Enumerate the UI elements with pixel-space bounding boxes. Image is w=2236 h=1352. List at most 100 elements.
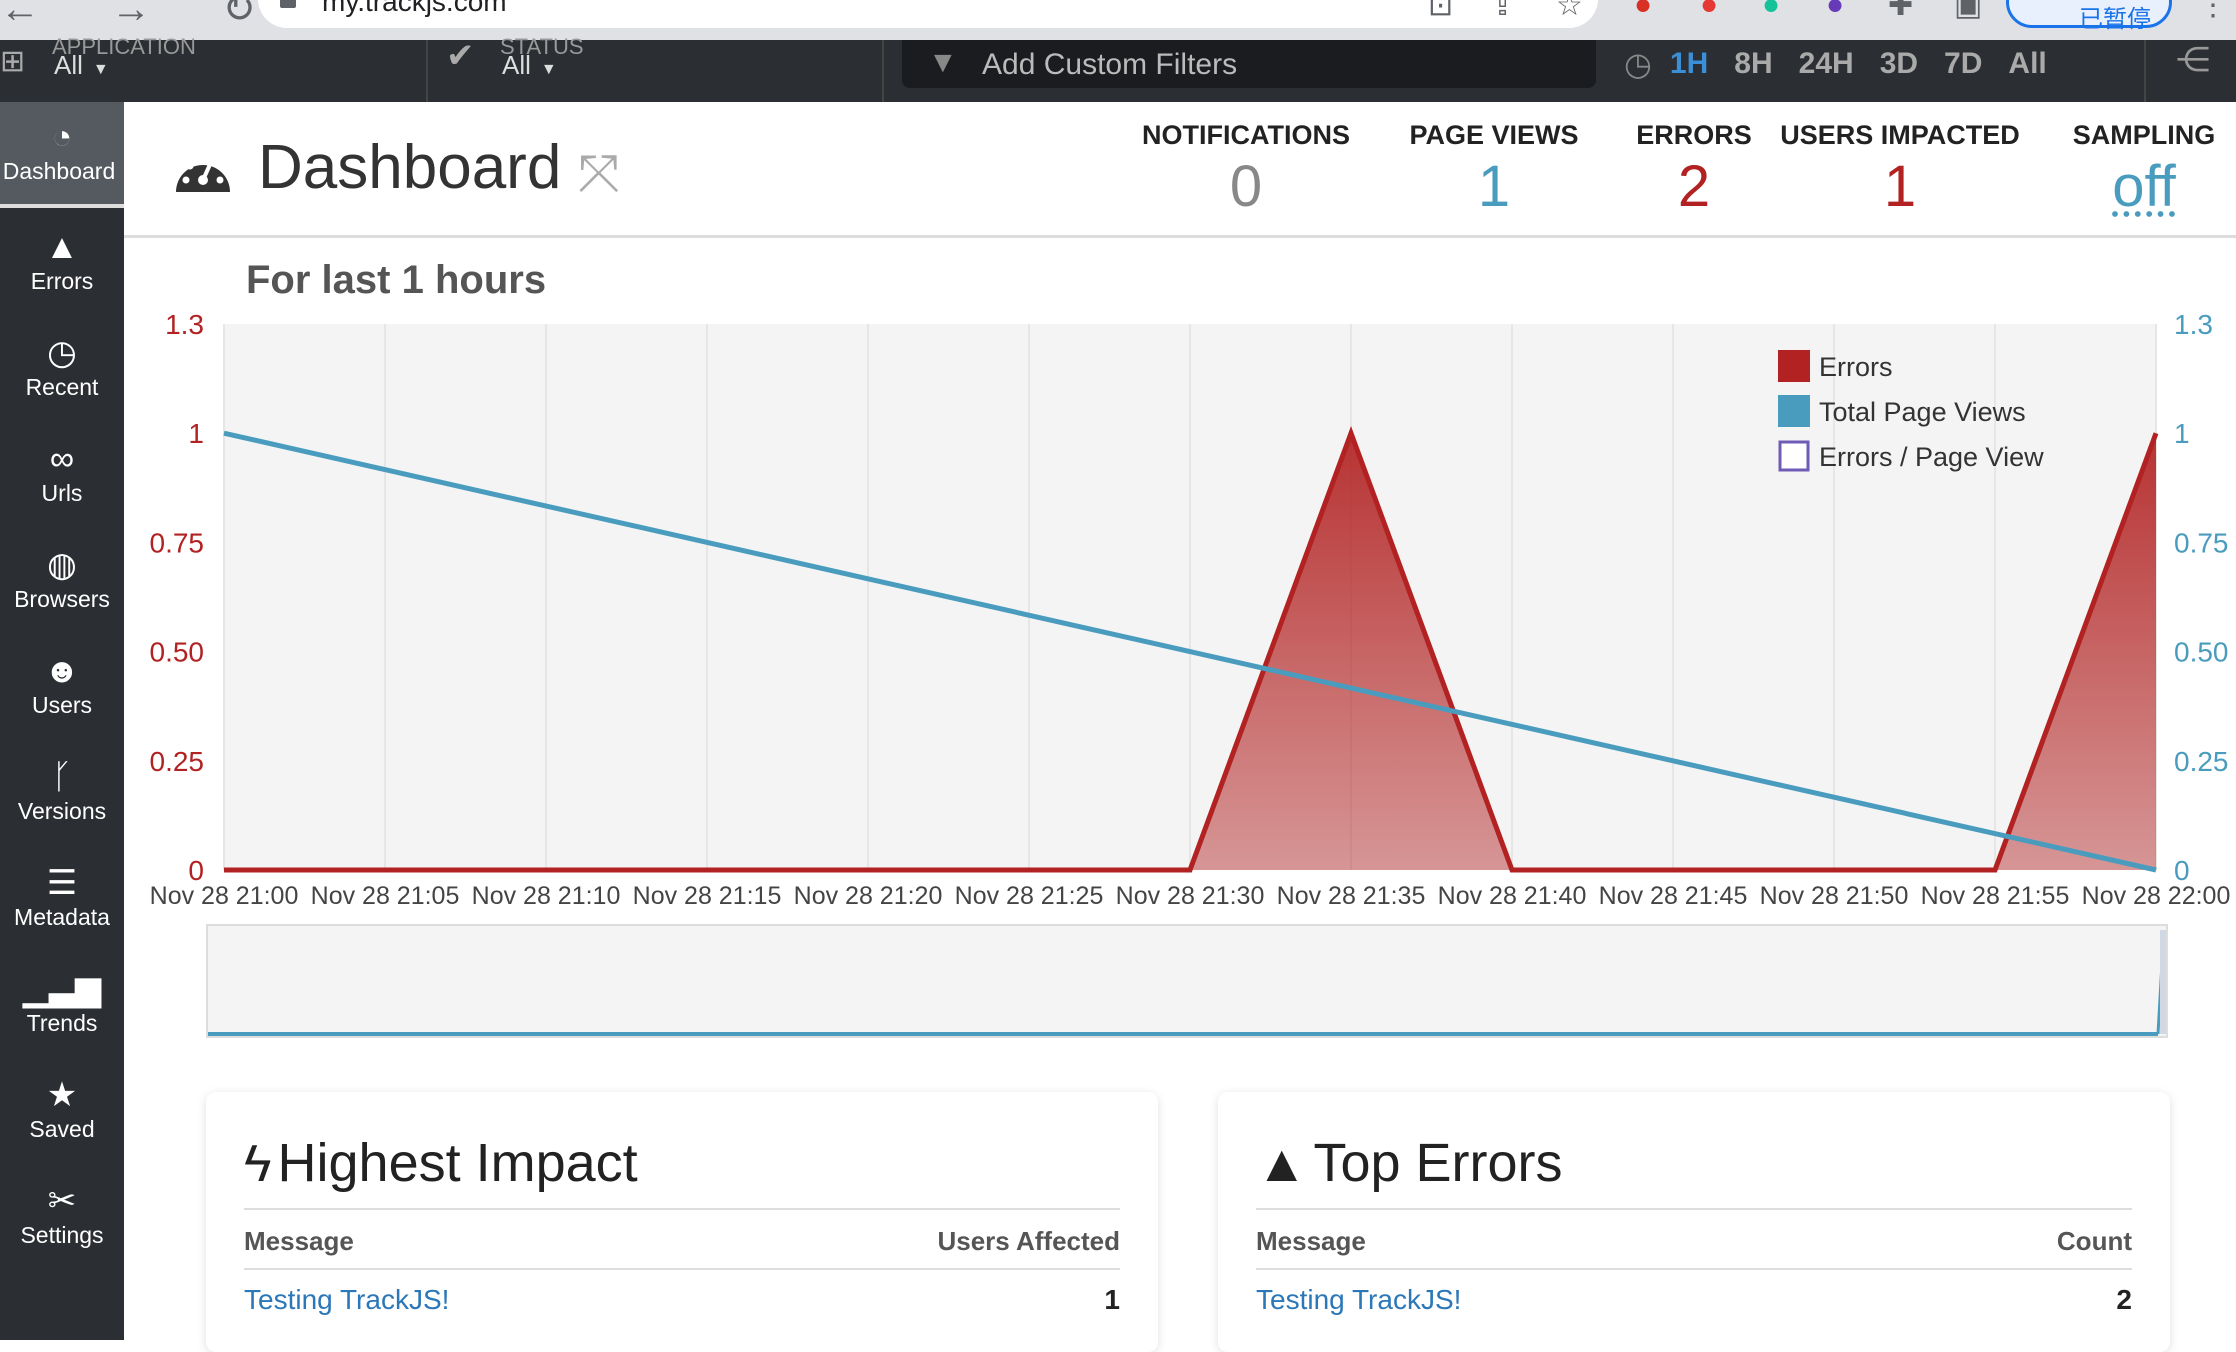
sidebar-item-browsers[interactable]: ◍ Browsers [0,530,124,636]
grammarly-extension-icon[interactable]: ● [1762,0,1780,22]
top-errors-panel: ▲ Top Errors Message Count Testing TrackJ… [1218,1092,2170,1352]
sidebar-item-label: Urls [41,480,83,506]
table-row[interactable]: Testing TrackJS! 2 [1256,1284,2132,1334]
sidebar-item-saved[interactable]: ★ Saved [0,1060,124,1166]
time-range-selector: ◷ 1H 8H 24H 3D 7D All [1624,40,2073,102]
chevron-down-icon: ▼ [92,61,109,78]
chevron-down-icon: ▼ [540,61,557,78]
chart-navigator[interactable] [206,924,2168,1038]
highest-impact-panel: ϟ Highest Impact Message Users Affected T… [206,1092,1158,1352]
errors-chart: 00.250.500.7511.300.250.500.7511.3 Nov 2… [150,309,2231,910]
funnel-icon: ▼ [928,46,958,79]
address-url[interactable]: my.trackjs.com [322,0,507,18]
gauge-icon: ◔ [51,118,73,156]
navigator-handle[interactable] [2160,930,2166,1034]
sidebar-item-metadata[interactable]: ☰ Metadata [0,848,124,954]
table-row[interactable]: Testing TrackJS! 1 [244,1284,1120,1334]
share-button[interactable]: ⋲ [2144,40,2236,102]
globe-icon: ◍ [47,546,77,584]
y-tick-left: 0.75 [150,527,205,558]
adblock-extension-icon[interactable]: ● [1634,0,1652,22]
bookmark-star-icon[interactable]: ☆ [1556,0,1583,23]
time-range-24h[interactable]: 24H [1799,47,1854,81]
database-icon: ☰ [46,864,78,902]
warning-icon: ▲ [45,228,79,266]
stat-errors[interactable]: ERRORS 2 [1614,120,1774,220]
time-range-8h[interactable]: 8H [1734,47,1772,81]
sidebar-item-label: Recent [25,374,99,400]
error-message-link[interactable]: Testing TrackJS! [244,1284,449,1316]
sidebar-item-label: Users [31,692,93,718]
stat-users-impacted[interactable]: USERS IMPACTED 1 [1778,120,2022,220]
application-filter-value: All ▼ [54,50,109,80]
error-message-link[interactable]: Testing TrackJS! [1256,1284,1461,1316]
time-range-all[interactable]: All [2008,47,2046,81]
sidebar-item-dashboard[interactable]: ◔ Dashboard [0,102,124,208]
y-tick-right: 0.50 [2174,637,2229,668]
table-header: Message Users Affected [244,1208,1120,1270]
check-circle-icon: ✔ [446,37,475,75]
branch-icon: ᚴ [51,758,73,796]
y-tick-right: 0.25 [2174,746,2229,777]
x-tick-label: Nov 28 21:55 [1921,882,2070,910]
extensions-puzzle-icon[interactable]: ✚ [1888,0,1913,23]
time-range-7d[interactable]: 7D [1944,47,1982,81]
sidebar-item-versions[interactable]: ᚴ Versions [0,742,124,848]
y-tick-left: 0.25 [150,746,205,777]
browser-menu-icon[interactable]: ⋮ [2198,0,2228,23]
expand-icon[interactable]: ⤧ [578,144,620,205]
shield-extension-icon[interactable]: ● [1700,0,1718,22]
sidebar-item-label: Browsers [14,586,110,612]
sidebar-item-recent[interactable]: ◷ Recent [0,318,124,424]
sidebar-item-settings[interactable]: ✂ Settings [0,1166,124,1272]
column-header-count[interactable]: Count [2057,1226,2132,1257]
legend-label-errors-per-view[interactable]: Errors / Page View [1819,442,2044,472]
sidebar-item-errors[interactable]: ▲ Errors [0,212,124,318]
bars-icon: ▁▃▆ [22,970,102,1008]
stat-page-views[interactable]: PAGE VIEWS 1 [1394,120,1594,220]
sidebar-item-urls[interactable]: ∞ Urls [0,424,124,530]
legend-label-page-views[interactable]: Total Page Views [1819,397,2026,427]
status-filter[interactable]: ✔ STATUS All ▼ [428,34,884,102]
warning-icon: ▲ [1256,1135,1308,1193]
clock-icon: ◷ [1624,46,1652,82]
translate-icon[interactable]: ⊡ [1428,0,1453,23]
x-tick-label: Nov 28 21:30 [1116,882,1265,910]
stat-value: off [2112,154,2176,219]
stat-value: 2 [1677,154,1711,219]
clock-icon: ◷ [47,334,77,372]
sidepanel-icon[interactable]: ▣ [1954,0,1982,23]
sidebar-item-label: Versions [17,798,107,824]
time-range-3d[interactable]: 3D [1880,47,1918,81]
stat-label: PAGE VIEWS [1409,120,1579,150]
y-tick-left: 1 [188,418,204,449]
page-title: Dashboard [258,133,562,202]
x-tick-label: Nov 28 21:35 [1277,882,1426,910]
stat-label: ERRORS [1636,120,1752,150]
application-filter[interactable]: ⊞ APPLICATION All ▼ [0,34,428,102]
legend-swatch-errors [1778,350,1810,382]
sidebar-item-trends[interactable]: ▁▃▆ Trends [0,954,124,1060]
sidebar-item-users[interactable]: ☻ Users [0,636,124,742]
lightning-icon: ϟ [244,1135,272,1193]
share-page-icon[interactable]: ⇪ [1490,0,1515,23]
time-range-1h[interactable]: 1H [1670,47,1708,81]
column-header-users-affected[interactable]: Users Affected [937,1226,1120,1257]
stat-sampling[interactable]: SAMPLING off [2064,120,2224,220]
sidebar-item-label: Errors [30,268,94,294]
status-filter-value: All ▼ [502,50,557,80]
column-header-message[interactable]: Message [1256,1226,1366,1257]
link-icon: ∞ [49,440,75,478]
x-tick-label: Nov 28 21:25 [955,882,1104,910]
profile-button[interactable]: 已暂停 [2006,0,2172,33]
stat-label: USERS IMPACTED [1780,120,2020,150]
legend-label-errors[interactable]: Errors [1819,352,1893,382]
stat-notifications[interactable]: NOTIFICATIONS 0 [1140,120,1352,220]
column-header-message[interactable]: Message [244,1226,354,1257]
y-tick-right: 1 [2174,418,2190,449]
custom-filters-placeholder: Add Custom Filters [982,48,1238,81]
extension-badge-icon[interactable]: ● [1826,0,1844,22]
stat-label: SAMPLING [2072,120,2216,150]
count-value: 2 [2116,1284,2132,1315]
custom-filters-input[interactable]: ▼ Add Custom Filters [902,40,1596,88]
